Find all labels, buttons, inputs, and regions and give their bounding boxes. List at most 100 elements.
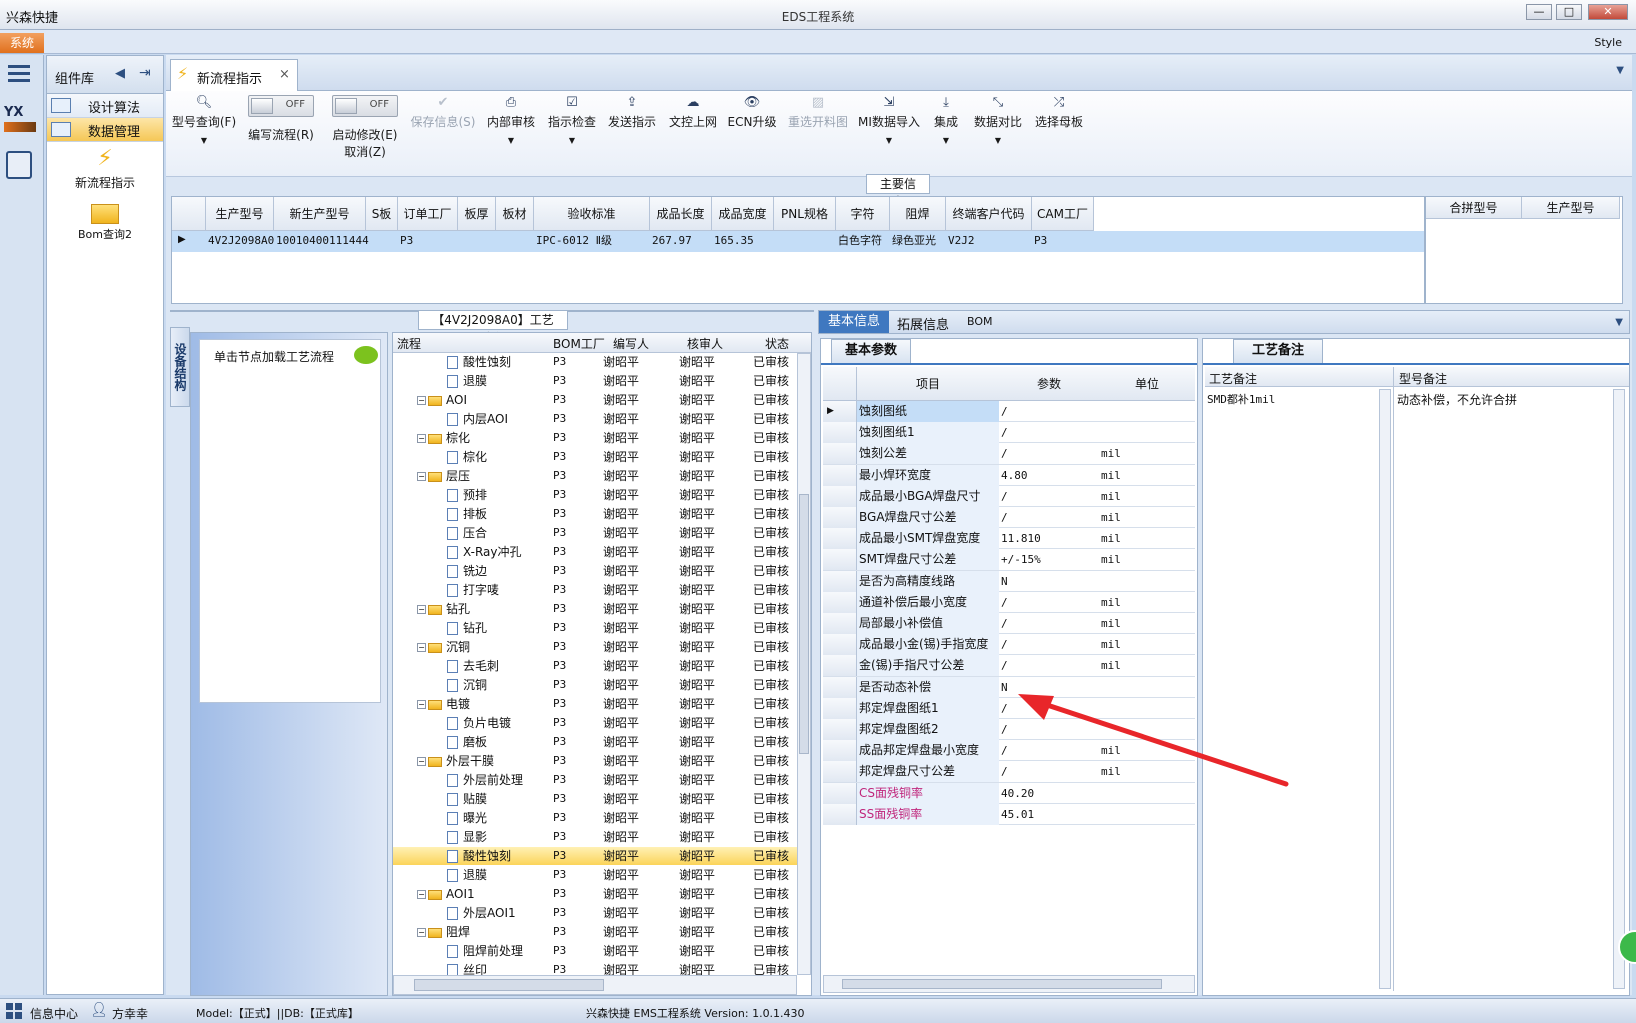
param-row[interactable]: 通道补偿后最小宽度 / mil [823, 591, 1195, 613]
tab-bom[interactable]: BOM [967, 315, 993, 328]
tree-row[interactable]: 磨板 P3 谢昭平 谢昭平 已审核 [393, 733, 797, 751]
column-header[interactable]: 字符 [836, 197, 890, 231]
param-value[interactable]: 45.01 [1001, 804, 1034, 825]
param-value[interactable]: / [1001, 761, 1008, 782]
column-header[interactable]: BOM工厂 [553, 335, 605, 352]
param-value[interactable]: / [1001, 655, 1008, 676]
tree-row[interactable]: − 钻孔 P3 谢昭平 谢昭平 已审核 [393, 600, 797, 618]
collapse-toggle-icon[interactable]: − [417, 605, 426, 614]
collapse-toggle-icon[interactable]: − [417, 890, 426, 899]
collapse-left-icon[interactable]: ◀ [115, 66, 125, 81]
column-header[interactable]: 合拼型号 [1426, 197, 1522, 219]
param-value[interactable]: 11.810 [1001, 528, 1041, 549]
start-modify-toggle[interactable]: OFF 启动修改(E) 取消(Z) [324, 95, 406, 173]
tree-row[interactable]: 阻焊前处理 P3 谢昭平 谢昭平 已审核 [393, 942, 797, 960]
horizontal-scrollbar[interactable] [823, 975, 1195, 993]
tree-row[interactable]: − 外层干膜 P3 谢昭平 谢昭平 已审核 [393, 752, 797, 770]
tree-row[interactable]: 曝光 P3 谢昭平 谢昭平 已审核 [393, 809, 797, 827]
param-value[interactable]: / [1001, 443, 1008, 464]
column-header[interactable]: 验收标准 [534, 197, 650, 231]
chevron-down-icon[interactable]: ▼ [1615, 317, 1623, 328]
table-cell[interactable]: 白色字符 [838, 231, 890, 251]
table-cell[interactable]: V2J2 [948, 231, 1032, 251]
table-cell[interactable] [776, 231, 836, 251]
table-cell[interactable] [368, 231, 398, 251]
tree-row[interactable]: 退膜 P3 谢昭平 谢昭平 已审核 [393, 372, 797, 390]
doc-upload-button[interactable]: ☁ 文控上网 [664, 95, 722, 173]
craft-note-textarea[interactable]: SMD都补1mil [1207, 391, 1385, 411]
param-value[interactable]: / [1001, 613, 1008, 634]
table-cell[interactable]: 267.97 [652, 231, 712, 251]
tree-row[interactable]: − AOI P3 谢昭平 谢昭平 已审核 [393, 391, 797, 409]
tree-row[interactable]: 排板 P3 谢昭平 谢昭平 已审核 [393, 505, 797, 523]
param-row[interactable]: 最小焊环宽度 4.80 mil [823, 464, 1195, 486]
param-value[interactable]: / [1001, 507, 1008, 528]
param-row[interactable]: 成品最小BGA焊盘尺寸 / mil [823, 485, 1195, 507]
column-header[interactable]: 成品长度 [650, 197, 712, 231]
param-value[interactable]: / [1001, 740, 1008, 761]
tree-row[interactable]: 酸性蚀刻 P3 谢昭平 谢昭平 已审核 [393, 847, 797, 866]
column-header[interactable]: CAM工厂 [1032, 197, 1094, 231]
tree-row[interactable]: 外层前处理 P3 谢昭平 谢昭平 已审核 [393, 771, 797, 789]
param-value[interactable]: 4.80 [1001, 465, 1028, 486]
yx-factory-icon[interactable]: YX [4, 105, 36, 135]
tree-row[interactable]: − 沉铜 P3 谢昭平 谢昭平 已审核 [393, 638, 797, 656]
calculator-icon[interactable] [6, 151, 32, 179]
param-row[interactable]: SS面残铜率 45.01 [823, 803, 1195, 825]
cancel-label[interactable]: 取消(Z) [324, 143, 406, 160]
tab-equipment-structure[interactable]: 设备结构 [170, 327, 190, 407]
param-row[interactable]: 蚀刻公差 / mil [823, 443, 1195, 465]
column-header[interactable]: 订单工厂 [398, 197, 458, 231]
horizontal-scrollbar[interactable] [393, 975, 797, 995]
column-header[interactable]: 板厚 [458, 197, 496, 231]
column-header[interactable]: 终端客户代码 [946, 197, 1032, 231]
param-row[interactable]: 局部最小补偿值 / mil [823, 613, 1195, 635]
tree-row[interactable]: 钻孔 P3 谢昭平 谢昭平 已审核 [393, 619, 797, 637]
column-header[interactable]: 项目 [857, 375, 999, 392]
param-value[interactable]: / [1001, 422, 1008, 443]
tree-row[interactable]: 外层AOI1 P3 谢昭平 谢昭平 已审核 [393, 904, 797, 922]
collapse-toggle-icon[interactable]: − [417, 472, 426, 481]
tree-row[interactable]: 退膜 P3 谢昭平 谢昭平 已审核 [393, 866, 797, 884]
hamburger-menu-icon[interactable] [8, 65, 30, 83]
column-header[interactable]: 板材 [496, 197, 534, 231]
integrate-button[interactable]: ⤓ 集成 ▼ [926, 95, 966, 173]
tree-row[interactable]: 沉铜 P3 谢昭平 谢昭平 已审核 [393, 676, 797, 694]
tree-row[interactable]: 打字唛 P3 谢昭平 谢昭平 已审核 [393, 581, 797, 599]
system-menu[interactable]: 系统 [0, 33, 44, 53]
param-row[interactable]: 成品最小金(锡)手指宽度 / mil [823, 634, 1195, 656]
table-cell[interactable]: 4V2J2098A0 [208, 231, 274, 251]
param-value[interactable]: / [1001, 401, 1008, 422]
column-header[interactable]: 状态 [765, 335, 789, 352]
param-row[interactable]: 是否为高精度线路 N [823, 570, 1195, 592]
mi-import-button[interactable]: ⇲ MI数据导入 ▼ [854, 95, 924, 173]
tree-row[interactable]: − 层压 P3 谢昭平 谢昭平 已审核 [393, 467, 797, 485]
vertical-scrollbar[interactable] [797, 353, 811, 975]
tree-row[interactable]: 贴膜 P3 谢昭平 谢昭平 已审核 [393, 790, 797, 808]
column-header[interactable]: 编写人 [613, 335, 649, 352]
column-header[interactable]: 生产型号 [1522, 197, 1620, 219]
table-cell[interactable] [460, 231, 496, 251]
table-row[interactable]: ▶ 4V2J2098A0 10010400111444 P3 IPC-6012 Ⅱ级 2… [172, 231, 1424, 252]
param-value[interactable]: / [1001, 698, 1008, 719]
send-instruction-button[interactable]: ⇪ 发送指示 [604, 95, 660, 173]
column-header[interactable]: 参数 [999, 375, 1099, 392]
tree-row[interactable]: − AOI1 P3 谢昭平 谢昭平 已审核 [393, 885, 797, 903]
param-value[interactable]: / [1001, 486, 1008, 507]
column-header[interactable]: S板 [366, 197, 398, 231]
table-cell[interactable]: 10010400111444 [276, 231, 369, 251]
param-row[interactable]: 蚀刻图纸1/ [823, 422, 1195, 444]
style-menu[interactable]: Style [1594, 36, 1622, 49]
vertical-scrollbar[interactable] [1613, 389, 1625, 989]
model-query-button[interactable]: 🔍︎ 型号查询(F) ▼ [170, 95, 238, 173]
table-cell[interactable]: P3 [400, 231, 458, 251]
off-toggle[interactable]: OFF [248, 95, 314, 117]
tab-basic-params[interactable]: 基本参数 [831, 339, 911, 363]
table-cell[interactable]: P3 [1034, 231, 1094, 251]
param-row[interactable]: ▶ 蚀刻图纸 / [823, 401, 1195, 423]
tab-process-notes[interactable]: 工艺备注 [1233, 339, 1323, 363]
tree-row[interactable]: 负片电镀 P3 谢昭平 谢昭平 已审核 [393, 714, 797, 732]
param-value[interactable]: +/-15% [1001, 549, 1041, 570]
column-header[interactable]: 成品宽度 [712, 197, 774, 231]
param-value[interactable]: / [1001, 592, 1008, 613]
